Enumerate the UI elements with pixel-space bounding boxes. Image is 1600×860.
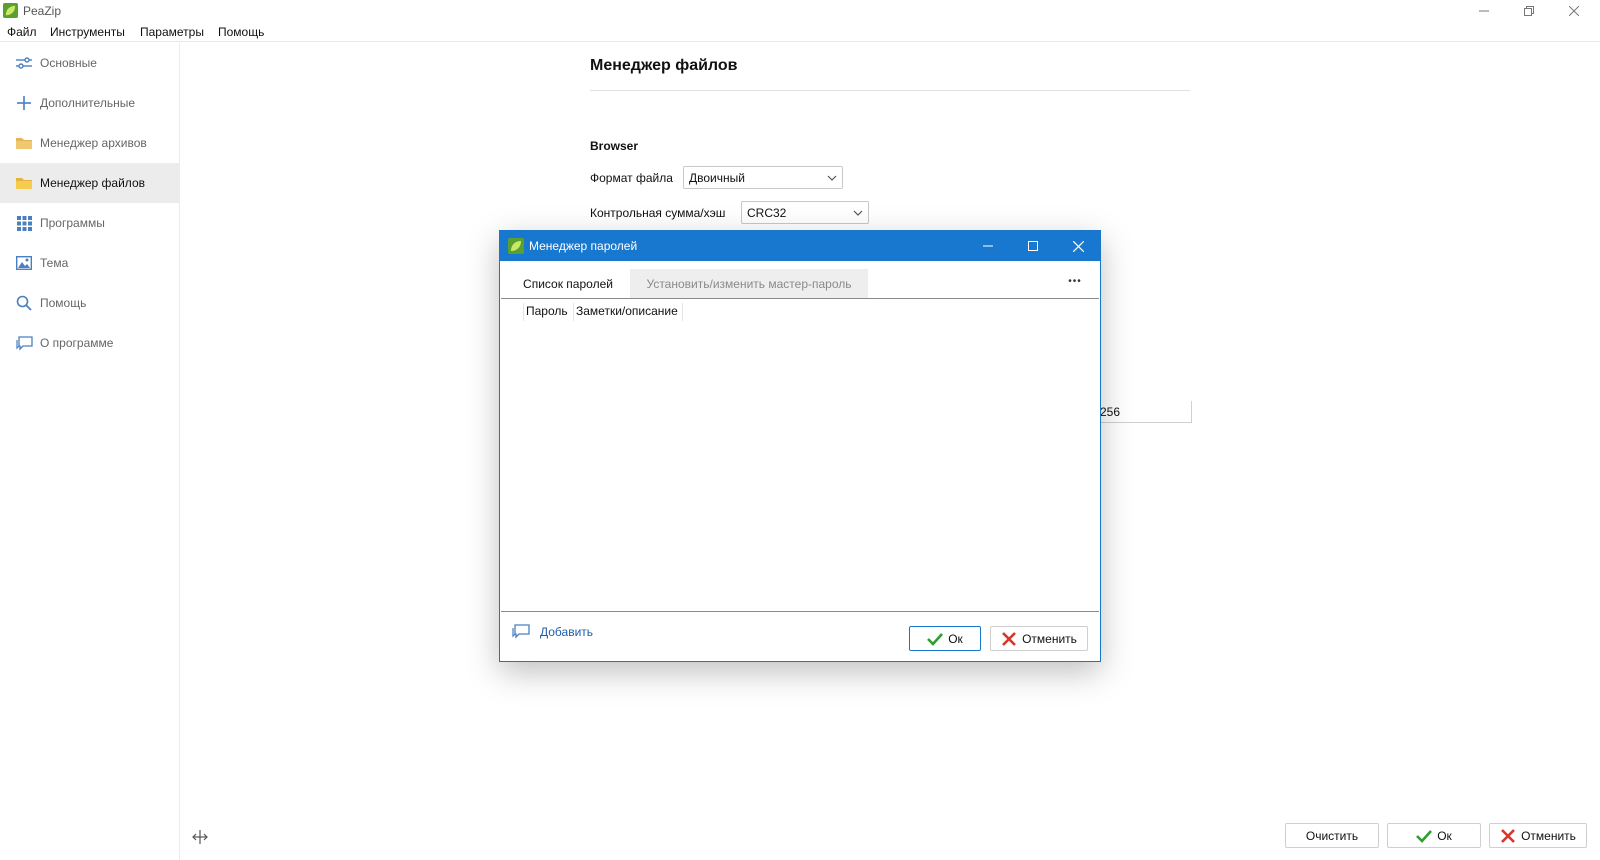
sidebar-item-label: Основные <box>40 56 97 70</box>
checksum-select[interactable]: CRC32 <box>741 201 869 224</box>
sidebar-item-general[interactable]: Основные <box>0 43 180 83</box>
column-separator <box>523 303 524 321</box>
archive-folder-icon <box>15 134 33 152</box>
divider <box>590 90 1190 91</box>
sidebar-item-label: Программы <box>40 216 105 230</box>
sidebar-item-applications[interactable]: Программы <box>0 203 180 243</box>
chat-icon <box>15 334 33 352</box>
password-list[interactable]: Пароль Заметки/описание <box>501 298 1099 612</box>
menu-help[interactable]: Помощь <box>218 25 264 39</box>
sidebar: Основные Дополнительные Менеджер архивов… <box>0 43 180 860</box>
sidebar-item-label: О программе <box>40 336 114 350</box>
dialog-minimize-button[interactable] <box>966 231 1010 261</box>
file-format-label: Формат файла <box>590 171 673 185</box>
minimize-icon <box>1479 10 1489 12</box>
more-icon: ••• <box>1068 275 1082 287</box>
column-header-notes[interactable]: Заметки/описание <box>576 304 678 322</box>
column-header-password[interactable]: Пароль <box>526 304 568 322</box>
password-manager-dialog: Менеджер паролей Список паролей Установи… <box>499 230 1101 662</box>
x-icon <box>1001 631 1017 647</box>
menu-tools[interactable]: Инструменты <box>50 25 125 39</box>
sidebar-item-label: Помощь <box>40 296 87 310</box>
dialog-title-bar[interactable]: Менеджер паролей <box>500 231 1100 261</box>
checksum-value: CRC32 <box>747 206 787 220</box>
peazip-logo-icon <box>3 3 18 18</box>
grid-icon <box>15 214 33 232</box>
page-title: Менеджер файлов <box>590 57 738 74</box>
menu-options[interactable]: Параметры <box>140 25 204 39</box>
menu-bar: Файл Инструменты Параметры Помощь <box>0 22 1600 42</box>
title-bar: PeaZip <box>0 0 1600 22</box>
sidebar-item-label: Менеджер файлов <box>40 176 145 190</box>
close-icon <box>1569 6 1579 16</box>
plus-icon <box>15 94 33 112</box>
chevron-down-icon <box>853 210 863 216</box>
clear-button[interactable]: Очистить <box>1285 823 1379 848</box>
add-button[interactable]: Добавить <box>512 624 593 640</box>
x-icon <box>1500 828 1516 844</box>
sidebar-item-theme[interactable]: Тема <box>0 243 180 283</box>
column-separator <box>573 303 574 321</box>
chat-icon <box>512 624 530 639</box>
image-icon <box>15 254 33 272</box>
sidebar-item-label: Менеджер архивов <box>40 136 147 150</box>
sidebar-item-about[interactable]: О программе <box>0 323 180 363</box>
dialog-maximize-button[interactable] <box>1011 231 1055 261</box>
clear-button-label: Очистить <box>1305 828 1359 843</box>
cancel-button[interactable]: Отменить <box>1489 823 1587 848</box>
dialog-ok-label: Ок <box>948 631 963 646</box>
dialog-close-button[interactable] <box>1056 231 1100 261</box>
minimize-button[interactable] <box>1462 0 1506 22</box>
close-icon <box>1072 240 1084 252</box>
tab-password-list[interactable]: Список паролей <box>506 269 630 298</box>
ok-button[interactable]: Ок <box>1387 823 1481 848</box>
chevron-down-icon <box>827 175 837 181</box>
minimize-icon <box>983 245 993 247</box>
sidebar-item-advanced[interactable]: Дополнительные <box>0 83 180 123</box>
file-format-value: Двоичный <box>689 171 745 185</box>
sidebar-item-help[interactable]: Помощь <box>0 283 180 323</box>
restore-button[interactable] <box>1507 0 1551 22</box>
maximize-icon <box>1028 241 1038 251</box>
more-options-button[interactable]: ••• <box>1060 271 1090 291</box>
partially-hidden-input[interactable]: 256 <box>1098 401 1192 423</box>
restore-icon <box>1524 6 1534 16</box>
resize-handle-icon[interactable] <box>191 828 209 846</box>
checkmark-icon <box>1416 828 1433 844</box>
column-separator <box>682 303 683 321</box>
ok-button-label: Ок <box>1437 828 1452 843</box>
checksum-label: Контрольная сумма/хэш <box>590 206 726 220</box>
cancel-button-label: Отменить <box>1521 828 1576 843</box>
file-format-select[interactable]: Двоичный <box>683 166 843 189</box>
close-button[interactable] <box>1552 0 1596 22</box>
sidebar-item-archive-manager[interactable]: Менеджер архивов <box>0 123 180 163</box>
sidebar-item-label: Дополнительные <box>40 96 135 110</box>
dialog-title: Менеджер паролей <box>529 239 638 253</box>
sliders-icon <box>15 54 33 72</box>
group-title: Browser <box>590 139 639 153</box>
app-title: PeaZip <box>23 4 62 18</box>
dialog-cancel-button[interactable]: Отменить <box>990 626 1088 651</box>
menu-file[interactable]: Файл <box>7 25 37 39</box>
peazip-logo-icon <box>508 238 524 254</box>
partially-hidden-input-value: 256 <box>1100 405 1121 419</box>
search-icon <box>15 294 33 312</box>
tab-master-password[interactable]: Установить/изменить мастер-пароль <box>630 269 868 298</box>
dialog-cancel-label: Отменить <box>1022 631 1077 646</box>
add-button-label: Добавить <box>540 625 594 639</box>
checkmark-icon <box>927 631 944 647</box>
sidebar-item-file-manager[interactable]: Менеджер файлов <box>0 163 180 203</box>
folder-icon <box>15 174 33 192</box>
sidebar-item-label: Тема <box>40 256 69 270</box>
dialog-ok-button[interactable]: Ок <box>909 626 981 651</box>
